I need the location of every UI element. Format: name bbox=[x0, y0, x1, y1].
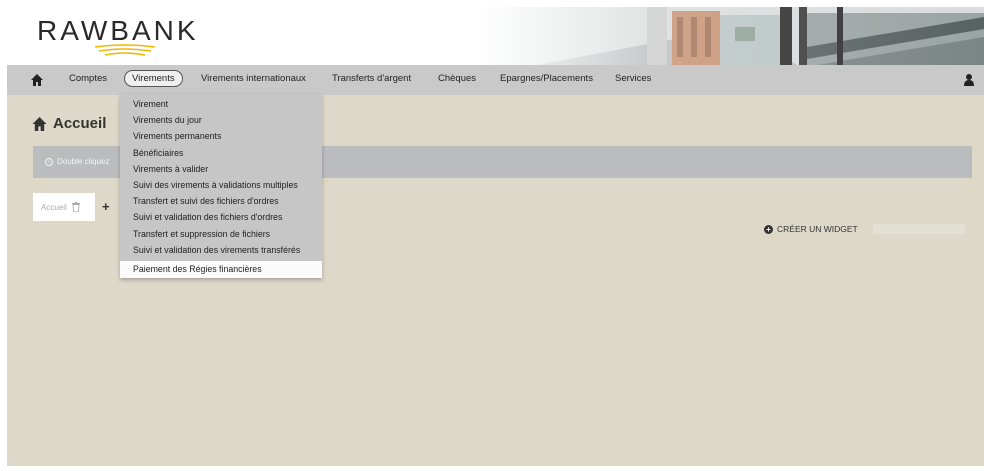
page-title-row: Accueil bbox=[32, 115, 106, 132]
nav-item-epargnes-placements[interactable]: Epargnes/Placements bbox=[500, 73, 593, 84]
nav-item-services[interactable]: Services bbox=[615, 73, 651, 84]
create-widget-label: CRÉER UN WIDGET bbox=[777, 224, 858, 234]
dropdown-item-suivi-validation-fichiers[interactable]: Suivi et validation des fichiers d'ordre… bbox=[120, 210, 322, 226]
dropdown-item-beneficiaires[interactable]: Bénéficiaires bbox=[120, 146, 322, 162]
dropdown-item-virements-a-valider[interactable]: Virements à valider bbox=[120, 162, 322, 178]
nav-item-virements-internationaux[interactable]: Virements internationaux bbox=[201, 73, 306, 84]
trash-icon[interactable] bbox=[71, 202, 80, 212]
header: RAWBANK bbox=[7, 7, 984, 65]
dropdown-item-virements-permanents[interactable]: Virements permanents bbox=[120, 129, 322, 145]
add-tab-button[interactable]: + bbox=[102, 200, 110, 213]
nav-item-transferts-argent[interactable]: Transferts d'argent bbox=[332, 73, 411, 84]
info-message: i Double cliquez bbox=[45, 157, 109, 166]
dropdown-item-paiement-regies[interactable]: Paiement des Régies financières bbox=[120, 261, 322, 279]
create-widget-button[interactable]: + CRÉER UN WIDGET bbox=[764, 224, 858, 234]
dropdown-item-suivi-validations-multiples[interactable]: Suivi des virements à validations multip… bbox=[120, 178, 322, 194]
faded-button[interactable] bbox=[873, 224, 965, 234]
nav-item-virements[interactable]: Virements bbox=[124, 70, 183, 87]
page-title: Accueil bbox=[53, 115, 107, 132]
info-text: Double cliquez bbox=[57, 157, 110, 166]
user-icon[interactable] bbox=[964, 74, 974, 86]
nav-item-comptes[interactable]: Comptes bbox=[69, 73, 107, 84]
dropdown-item-virement[interactable]: Virement bbox=[120, 97, 322, 113]
tab-label: Accueil bbox=[41, 202, 67, 212]
dropdown-item-suivi-validation-virements-transferes[interactable]: Suivi et validation des virements transf… bbox=[120, 243, 322, 259]
home-icon[interactable] bbox=[31, 74, 43, 86]
main-navbar: Comptes Virements Virements internationa… bbox=[7, 65, 984, 95]
plus-circle-icon: + bbox=[764, 224, 773, 234]
nav-item-cheques[interactable]: Chèques bbox=[438, 73, 476, 84]
virements-dropdown-menu: Virement Virements du jour Virements per… bbox=[120, 94, 322, 279]
home-icon bbox=[32, 116, 47, 131]
dropdown-item-virements-du-jour[interactable]: Virements du jour bbox=[120, 113, 322, 129]
dropdown-item-transfert-suppression-fichiers[interactable]: Transfert et suppression de fichiers bbox=[120, 227, 322, 243]
page: RAWBANK Comptes Virements Virements inte… bbox=[7, 7, 984, 466]
dropdown-item-transfert-suivi-fichiers[interactable]: Transfert et suivi des fichiers d'ordres bbox=[120, 194, 322, 210]
info-icon: i bbox=[45, 157, 53, 166]
logo-swoosh-icon bbox=[94, 44, 156, 56]
header-banner-image bbox=[477, 7, 984, 65]
tab-accueil[interactable]: Accueil bbox=[33, 193, 95, 221]
